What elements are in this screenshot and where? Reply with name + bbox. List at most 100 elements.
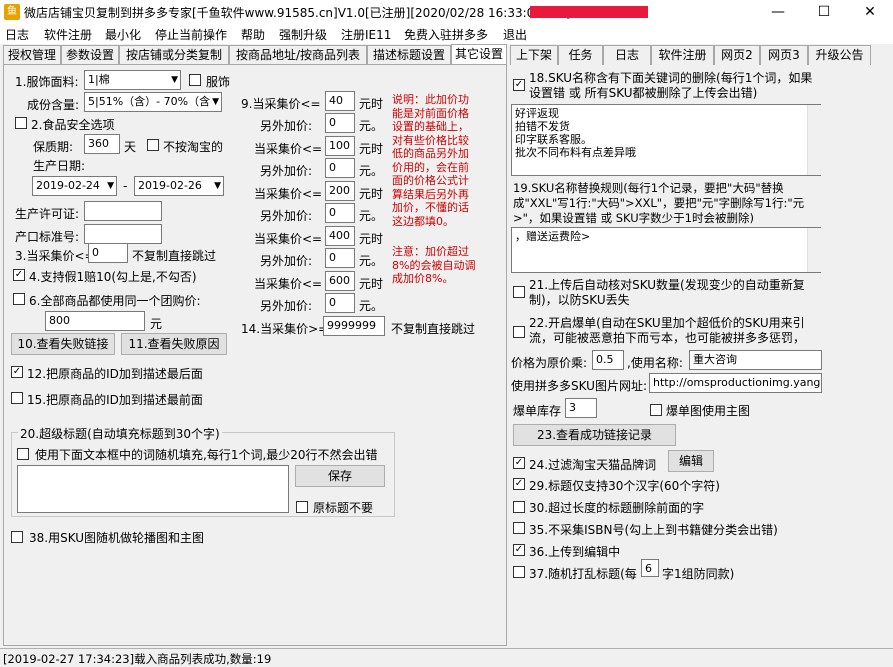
fabric-select[interactable]: 1|棉 ▼ <box>84 70 181 90</box>
standard-label: 产口标准号: <box>15 230 80 244</box>
price-row-input[interactable]: 100 <box>325 136 355 156</box>
no-orig-title-checkbox[interactable] <box>296 501 308 513</box>
tab-desc-title[interactable]: 描述标题设置 <box>367 45 451 65</box>
shelf-unit: 天 <box>124 140 137 154</box>
food-safety-label: 2.食品安全选项 <box>31 118 115 132</box>
group-price-unit: 元 <box>150 317 163 331</box>
menu-log[interactable]: 日志 <box>5 26 29 43</box>
isbn-checkbox[interactable] <box>513 522 525 534</box>
add-price-unit: 元。 <box>359 209 384 223</box>
title-trim-checkbox[interactable] <box>513 501 525 513</box>
add-price-input[interactable]: 0 <box>325 293 355 313</box>
main-img-checkbox[interactable] <box>650 404 662 416</box>
view-fail-reason-button[interactable]: 11.查看失败原因 <box>121 333 227 355</box>
menu-help[interactable]: 帮助 <box>241 26 265 43</box>
group-price-input[interactable]: 800 <box>45 311 145 331</box>
edit-button[interactable]: 编辑 <box>668 450 714 472</box>
multiplier-input[interactable]: 0.5 <box>592 350 624 370</box>
scrollbar[interactable] <box>807 105 821 175</box>
date-from-picker[interactable]: 2019-02-24 ▼ <box>32 176 117 196</box>
scrollbar[interactable] <box>807 228 821 272</box>
menu-force-upgrade[interactable]: 强制升级 <box>279 26 327 43</box>
price-row-input[interactable]: 600 <box>325 271 355 291</box>
title-30-checkbox[interactable]: ✓ <box>513 478 525 490</box>
maximize-button[interactable]: ☐ <box>801 0 847 24</box>
tab-web2[interactable]: 网页2 <box>714 45 760 65</box>
add-price-unit: 元。 <box>359 254 384 268</box>
menu-stop[interactable]: 停止当前操作 <box>155 26 227 43</box>
add-price-input[interactable]: 0 <box>325 158 355 178</box>
sku-img-url-input[interactable]: http://omsproductionimg.yang <box>649 373 822 393</box>
license-input[interactable] <box>84 201 162 221</box>
save-button[interactable]: 保存 <box>295 465 385 487</box>
group-price-checkbox[interactable] <box>13 293 25 305</box>
brand-filter-checkbox[interactable]: ✓ <box>513 457 525 469</box>
menu-minimize[interactable]: 最小化 <box>105 26 141 43</box>
menu-bar: 日志 软件注册 最小化 停止当前操作 帮助 强制升级 注册IE11 免费入驻拼多… <box>0 24 893 44</box>
sku-replace-textarea[interactable]: ，赠送运费险> <box>511 227 821 273</box>
apparel-checkbox[interactable] <box>189 74 201 86</box>
price-row-label: 当采集价<= <box>254 187 323 201</box>
window-title: 微店店铺宝贝复制到拼多多专家[千鱼软件www.91585.cn]V1.0[已注册… <box>24 6 575 20</box>
close-button[interactable]: ✕ <box>847 0 893 24</box>
stock-input[interactable]: 3 <box>565 398 597 418</box>
id-last-checkbox[interactable]: ✓ <box>11 366 23 378</box>
use-name-input[interactable]: 重大咨询 <box>689 350 822 370</box>
add-price-unit: 元。 <box>359 164 384 178</box>
view-fail-link-button[interactable]: 10.查看失败链接 <box>11 333 115 355</box>
tab-copy-shop[interactable]: 按店铺或分类复制 <box>119 45 229 65</box>
collect-price-input[interactable]: 0 <box>88 243 128 263</box>
add-price-unit: 元。 <box>359 299 384 313</box>
sku-main-image-checkbox[interactable] <box>11 531 23 543</box>
menu-register[interactable]: 软件注册 <box>44 26 92 43</box>
super-title-checkbox[interactable] <box>17 448 29 460</box>
food-safety-checkbox[interactable] <box>15 117 27 129</box>
tab-params[interactable]: 参数设置 <box>61 45 119 65</box>
add-price-input[interactable]: 0 <box>325 203 355 223</box>
sku-keyword-textarea[interactable]: 好评返现 拍错不发货 印字联系客服。 批次不同布料有点差异哦 <box>511 104 821 176</box>
menu-exit[interactable]: 退出 <box>503 26 527 43</box>
chevron-down-icon: ▼ <box>107 181 114 191</box>
price-row-unit: 元时 <box>359 142 384 156</box>
add-price-unit: 元。 <box>359 119 384 133</box>
sku-verify-checkbox[interactable] <box>513 286 525 298</box>
menu-register-ie11[interactable]: 注册IE11 <box>341 26 391 43</box>
sku-verify-label: 21.上传后自动核对SKU数量(发现变少的自动重新复 制)，以防SKU丢失 <box>529 278 805 307</box>
shelf-life-input[interactable]: 360 <box>84 134 120 154</box>
price-row-input[interactable]: 400 <box>325 226 355 246</box>
menu-join-pdd[interactable]: 免费入驻拼多多 <box>404 26 488 43</box>
price-row-input[interactable]: 40 <box>325 91 355 111</box>
tab-listing[interactable]: 上下架 <box>510 45 558 65</box>
add-price-input[interactable]: 0 <box>325 248 355 268</box>
main-img-label: 爆单图使用主图 <box>666 404 751 418</box>
price-row-label: 9.当采集价<= <box>241 97 321 111</box>
not-taobao-checkbox[interactable] <box>147 139 159 151</box>
upload-draft-checkbox[interactable]: ✓ <box>513 544 525 556</box>
sku-keyword-delete-checkbox[interactable]: ✓ <box>513 79 525 91</box>
title-trim-label: 30.超过长度的标题删除前面的字 <box>529 501 705 515</box>
ingredient-select[interactable]: 5|51%（含）- 70%（含 ▼ <box>84 92 222 112</box>
super-title-textarea[interactable] <box>17 465 289 513</box>
use-name-label: ,使用名称: <box>627 356 683 370</box>
standard-input[interactable] <box>84 224 162 244</box>
add-price-input[interactable]: 0 <box>325 113 355 133</box>
shuffle-title-input[interactable]: 6 <box>641 559 659 577</box>
tab-log[interactable]: 日志 <box>603 45 651 65</box>
fake-compensation-checkbox[interactable]: ✓ <box>13 269 25 281</box>
tab-soft-register[interactable]: 软件注册 <box>651 45 714 65</box>
tab-upgrade[interactable]: 升级公告 <box>808 45 871 65</box>
hot-deal-checkbox[interactable] <box>513 326 525 338</box>
view-success-button[interactable]: 23.查看成功链接记录 <box>513 424 676 446</box>
minimize-button[interactable]: — <box>755 0 801 24</box>
price-row-input[interactable]: 200 <box>325 181 355 201</box>
tab-tasks[interactable]: 任务 <box>558 45 603 65</box>
tab-auth[interactable]: 授权管理 <box>3 45 61 65</box>
sku-replace-label: 19.SKU名称替换规则(每行1个记录，要把"大码"替换 成"XXL"写1行:"大… <box>513 181 805 225</box>
row14-input[interactable]: 9999999 <box>323 316 385 336</box>
tab-other[interactable]: 其它设置 <box>451 44 507 66</box>
shuffle-title-checkbox[interactable] <box>513 566 525 578</box>
tab-web3[interactable]: 网页3 <box>760 45 808 65</box>
tab-by-url[interactable]: 按商品地址/按商品列表 <box>229 45 367 65</box>
date-to-picker[interactable]: 2019-02-26 ▼ <box>134 176 224 196</box>
id-first-checkbox[interactable] <box>11 392 23 404</box>
